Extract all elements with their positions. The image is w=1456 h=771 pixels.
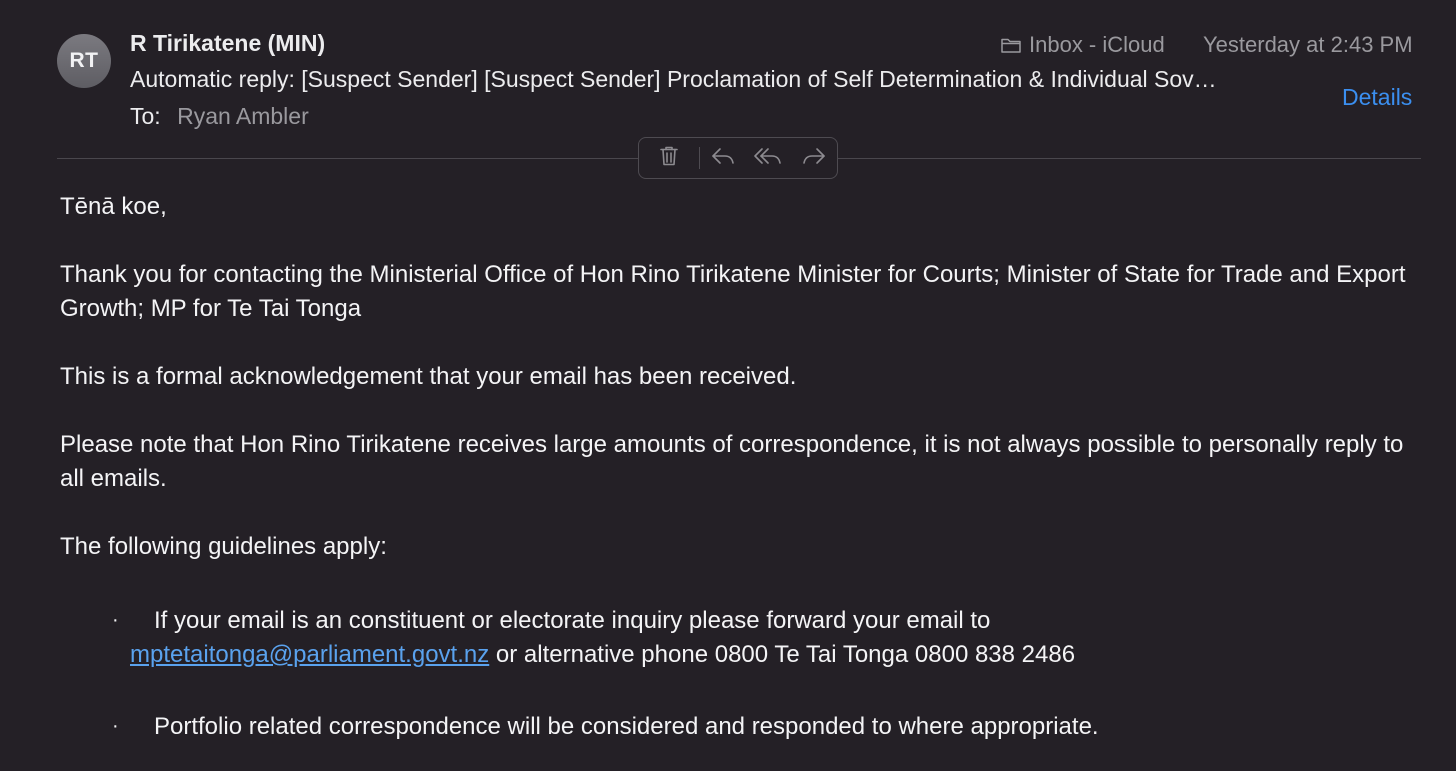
body-paragraph: Thank you for contacting the Ministerial…	[60, 261, 1406, 322]
bullet-marker: ·	[112, 609, 119, 631]
reply-all-button[interactable]	[745, 138, 791, 178]
bullet-marker: ·	[112, 715, 119, 737]
mailbox-label: Inbox - iCloud	[1000, 32, 1165, 58]
message-body: Tēnā koe, Thank you for contacting the M…	[60, 190, 1430, 771]
delete-button[interactable]	[639, 138, 699, 178]
list-item: · Portfolio related correspondence will …	[60, 710, 1430, 744]
recipient-name[interactable]: Ryan Ambler	[177, 103, 309, 129]
trash-icon	[659, 145, 679, 172]
guidelines-list: · If your email is an constituent or ele…	[60, 604, 1430, 744]
email-subject: Automatic reply: [Suspect Sender] [Suspe…	[130, 66, 1217, 92]
reply-button[interactable]	[700, 138, 746, 178]
body-paragraph: The following guidelines apply:	[60, 533, 387, 560]
list-item-text: If your email is an constituent or elect…	[154, 607, 991, 634]
to-label: To:	[130, 103, 161, 129]
list-item-text: Portfolio related correspondence will be…	[154, 713, 1099, 740]
received-date: Yesterday at 2:43 PM	[1203, 32, 1413, 57]
reply-all-icon	[754, 147, 782, 170]
recipient-row: To: Ryan Ambler	[130, 103, 309, 130]
list-item-text: or alternative phone 0800 Te Tai Tonga 0…	[489, 641, 1076, 668]
folder-icon	[1000, 35, 1022, 55]
email-link[interactable]: mptetaitonga@parliament.govt.nz	[130, 641, 489, 668]
body-paragraph: This is a formal acknowledgement that yo…	[60, 363, 797, 390]
greeting: Tēnā koe,	[60, 193, 167, 220]
forward-icon	[802, 147, 826, 170]
message-toolbar	[638, 137, 838, 179]
sender-name: R Tirikatene (MIN)	[130, 30, 326, 56]
list-item: · If your email is an constituent or ele…	[60, 604, 1430, 672]
mailbox-name: Inbox - iCloud	[1029, 32, 1165, 57]
forward-button[interactable]	[791, 138, 837, 178]
body-paragraph: Please note that Hon Rino Tirikatene rec…	[60, 431, 1404, 492]
details-link[interactable]: Details	[1342, 84, 1412, 111]
avatar-initials: RT	[69, 49, 99, 72]
avatar: RT	[57, 34, 111, 88]
reply-icon	[711, 147, 735, 170]
